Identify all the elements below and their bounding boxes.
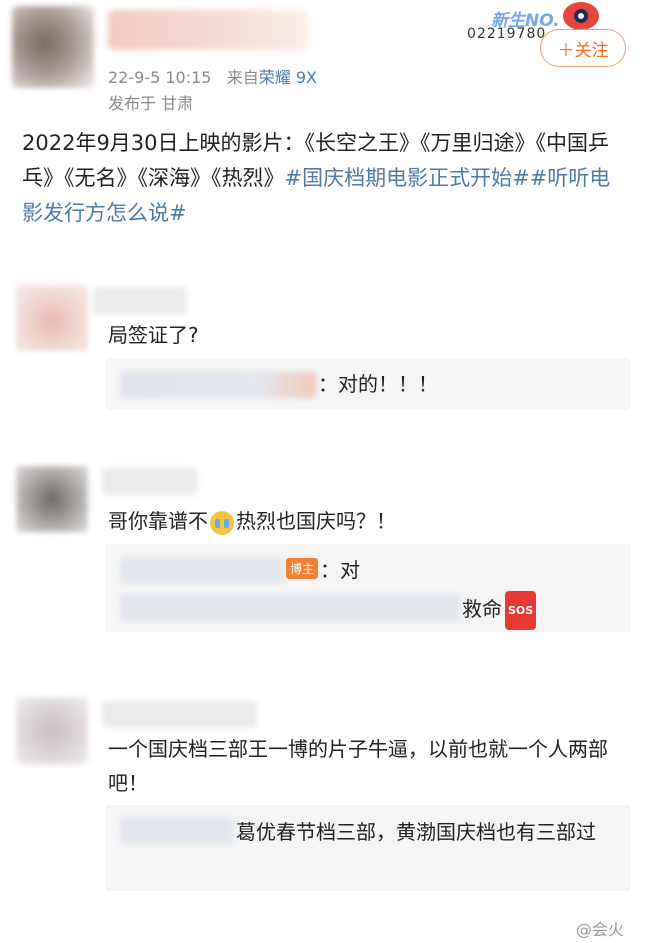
author-name-redacted[interactable] (108, 10, 308, 50)
post-location: 发布于 甘肃 (108, 94, 194, 113)
comment-text: 哥你靠谱不 热烈也国庆吗？！ (108, 504, 396, 538)
post-source-prefix: 来自 (226, 68, 259, 87)
reply-box[interactable]: 葛优春节档三部，黄渤国庆档也有三部过 (106, 805, 630, 891)
badge-number: 02219780 (467, 26, 547, 42)
post-text: 2022年9月30日上映的影片：《长空之王》《万里归途》《中国乒乓》《无名》《深… (22, 126, 622, 231)
reply-box[interactable]: 博主 ：对 救命 SOS (106, 544, 630, 632)
reply-text: ：对 (320, 558, 360, 582)
blogger-tag: 博主 (286, 558, 319, 579)
replier-name-redacted[interactable] (120, 372, 316, 398)
comment-text-part: 哥你靠谱不 (108, 509, 208, 533)
commenter-avatar[interactable] (16, 466, 88, 532)
commenter-name-redacted[interactable] (102, 467, 198, 495)
reply-text: 葛优春节档三部，黄渤国庆档也有三部过 (236, 820, 596, 844)
reply-box[interactable]: ：对的！！！ (106, 358, 630, 410)
post-device[interactable]: 荣耀 9X (259, 68, 317, 87)
weibo-eye-icon (563, 2, 599, 30)
reply-text: 救命 SOS (462, 591, 537, 630)
comment-text-part: 热烈也国庆吗？！ (236, 509, 396, 533)
commenter-name-redacted[interactable] (92, 287, 187, 315)
author-avatar[interactable] (12, 6, 94, 88)
follow-button[interactable]: ＋关注 (540, 29, 626, 67)
comment-text: 一个国庆档三部王一博的片子牛逼，以前也就一个人两部吧！ (108, 737, 608, 795)
commenter-avatar[interactable] (16, 698, 88, 764)
reply-text: ：对的！！！ (318, 372, 438, 396)
post-timestamp: 22-9-5 10:15 (108, 68, 212, 87)
reply-text-part: 救命 (462, 597, 502, 621)
commenter-avatar[interactable] (16, 285, 88, 351)
topic-link-1[interactable]: #国庆档期电影正式开始# (285, 166, 530, 190)
commenter-name-redacted[interactable] (102, 700, 257, 728)
replier-name-redacted[interactable] (120, 558, 284, 584)
crying-face-emoji-icon (210, 510, 234, 535)
watermark: @会火 (576, 920, 625, 939)
sos-emoji-icon: SOS (505, 591, 537, 630)
comment-text: 局签证了? (108, 323, 199, 347)
post-meta: 22-9-5 10:15 来自荣耀 9X (108, 64, 317, 88)
replier-name-redacted[interactable] (120, 594, 460, 620)
